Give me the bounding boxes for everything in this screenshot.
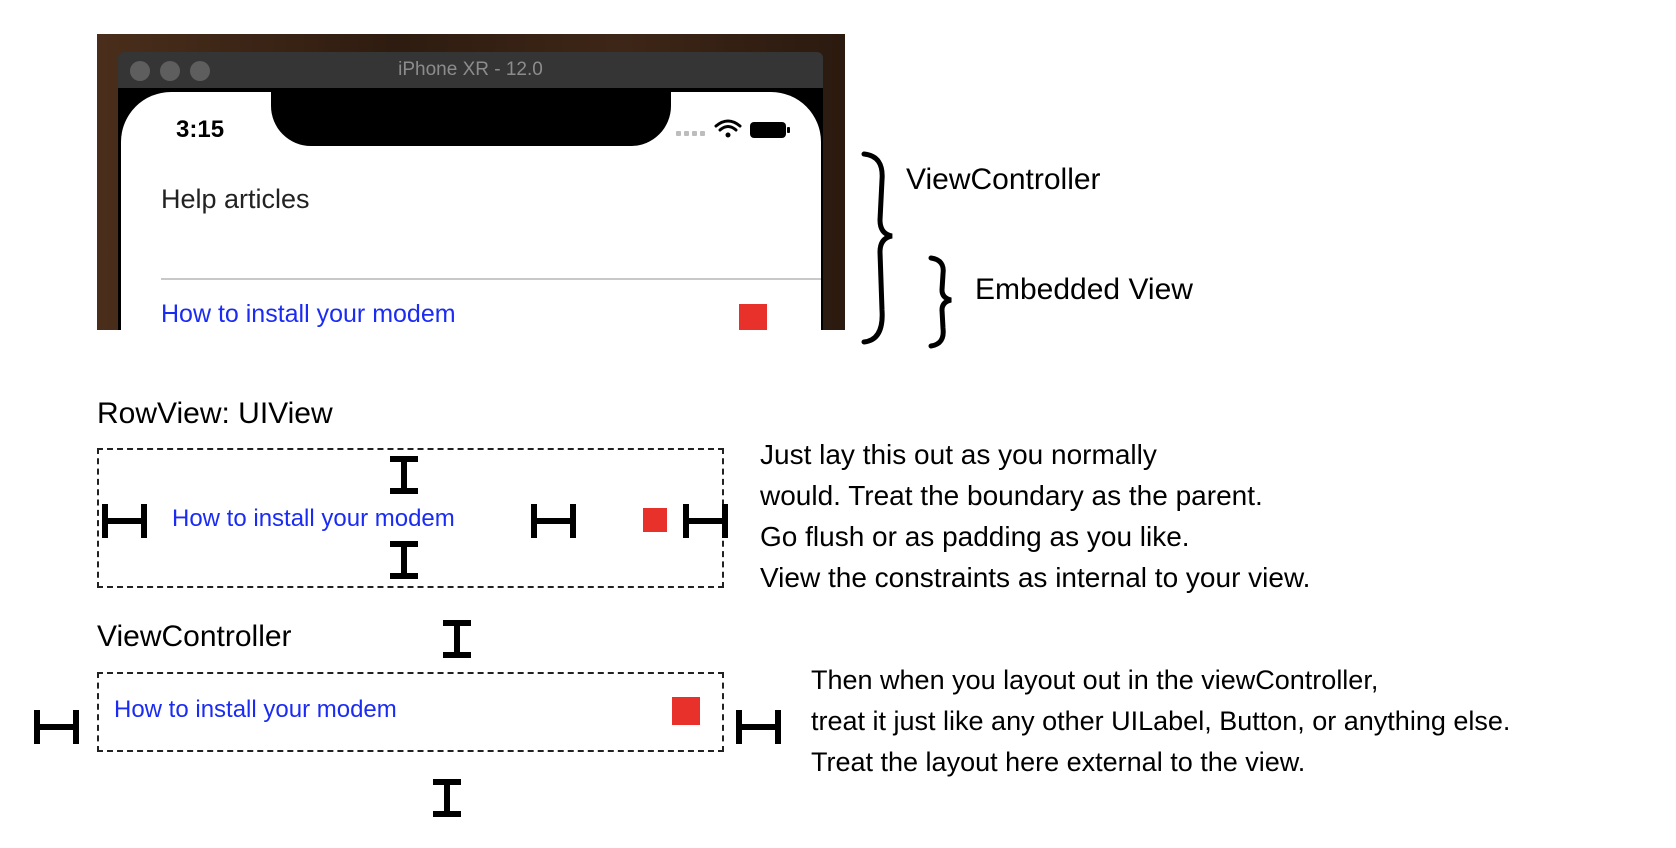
status-time: 3:15 — [176, 116, 225, 143]
top-constraint-vertical-icon — [390, 456, 418, 494]
rowview-description-line: Just lay this out as you normally — [760, 439, 1157, 470]
signal-dots-icon — [676, 131, 705, 136]
viewcontroller-description: Then when you layout out in the viewCont… — [811, 660, 1510, 783]
vc-bottom-constraint-vertical-icon — [433, 779, 461, 817]
viewcontroller-description-line: Treat the layout here external to the vi… — [811, 747, 1306, 777]
phone-notch — [271, 92, 671, 146]
spacing-constraint-horizontal-icon — [531, 504, 576, 538]
embedded-view-brace-label: Embedded View — [975, 273, 1193, 306]
wifi-icon — [714, 119, 742, 138]
viewcontroller-accessory-square — [672, 697, 700, 725]
vc-leading-constraint-horizontal-icon — [34, 710, 79, 744]
viewcontroller-heading: ViewController — [97, 620, 292, 653]
leading-constraint-horizontal-icon — [102, 504, 147, 538]
rowview-description-line: View the constraints as internal to your… — [760, 562, 1311, 593]
row-link[interactable]: How to install your modem — [161, 300, 456, 329]
rowview-link: How to install your modem — [172, 505, 455, 532]
row-accessory-square — [739, 304, 767, 330]
battery-icon — [750, 122, 790, 138]
simulator-window-title: iPhone XR - 12.0 — [398, 59, 543, 80]
nav-title: Help articles — [161, 184, 310, 214]
bottom-constraint-vertical-icon — [390, 541, 418, 579]
viewcontroller-description-line: treat it just like any other UILabel, Bu… — [811, 706, 1511, 736]
embedded-view-curly-brace-icon — [928, 255, 952, 349]
viewcontroller-description-line: Then when you layout out in the viewCont… — [811, 665, 1379, 695]
view-controller-brace-label: ViewController — [906, 163, 1101, 196]
rowview-description-line: would. Treat the boundary as the parent. — [760, 480, 1263, 511]
status-icons — [676, 118, 806, 142]
rowview-accessory-square — [643, 508, 667, 532]
phone-screen: 3:15 Help articles How to install your m… — [121, 92, 821, 330]
rowview-description-line: Go flush or as padding as you like. — [760, 521, 1190, 552]
rowview-heading: RowView: UIView — [97, 397, 333, 430]
simulator-titlebar: iPhone XR - 12.0 — [118, 52, 823, 88]
rowview-description: Just lay this out as you normally would.… — [760, 434, 1310, 598]
simulator-screenshot: iPhone XR - 12.0 3:15 Help articles How … — [97, 34, 845, 330]
vc-trailing-constraint-horizontal-icon — [736, 710, 781, 744]
trailing-constraint-horizontal-icon — [683, 504, 728, 538]
viewcontroller-link: How to install your modem — [114, 696, 397, 723]
nav-divider — [161, 278, 821, 280]
vc-top-constraint-vertical-icon — [443, 620, 471, 658]
